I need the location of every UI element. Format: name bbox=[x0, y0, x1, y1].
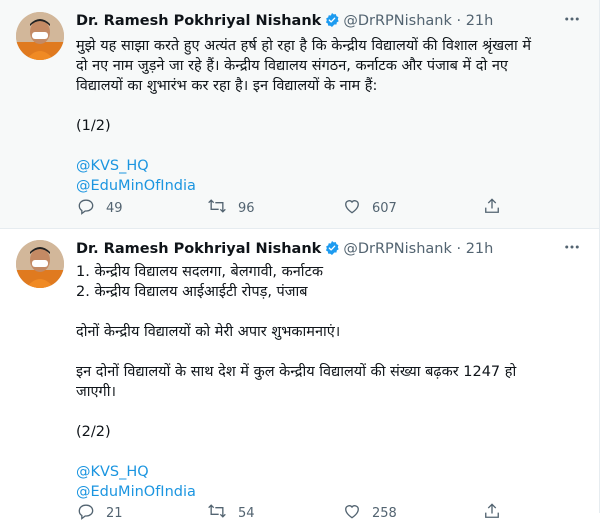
tweet[interactable]: Dr. Ramesh Pokhriyal Nishank @DrRPNishank… bbox=[0, 0, 599, 228]
author-name[interactable]: Dr. Ramesh Pokhriyal Nishank bbox=[76, 13, 321, 29]
tweet-text-line: 1. केन्द्रीय विद्यालय सदलगा, बेलगावी, कर… bbox=[76, 264, 324, 280]
reply-button[interactable]: 49 bbox=[76, 196, 123, 220]
avatar[interactable] bbox=[16, 12, 64, 60]
share-icon bbox=[482, 196, 512, 220]
tweet-text-line: दो नए नाम जुड़ने जा रहे हैं। केन्द्रीय व… bbox=[76, 58, 508, 74]
author-name[interactable]: Dr. Ramesh Pokhriyal Nishank bbox=[76, 241, 321, 257]
verified-badge-icon bbox=[324, 12, 340, 34]
reply-button[interactable]: 21 bbox=[76, 501, 123, 525]
thread-counter: (2/2) bbox=[76, 424, 111, 440]
reply-count: 49 bbox=[106, 200, 123, 216]
tweet-text: 1. केन्द्रीय विद्यालय सदलगा, बेलगावी, कर… bbox=[76, 262, 586, 502]
separator-dot: · bbox=[456, 241, 462, 257]
more-options-icon[interactable] bbox=[563, 238, 581, 260]
mention-link[interactable]: @KVS_HQ bbox=[76, 462, 586, 482]
tweet-actions: 49 96 607 bbox=[76, 196, 516, 218]
tweet-header: Dr. Ramesh Pokhriyal Nishank @DrRPNishank… bbox=[76, 239, 493, 262]
timestamp[interactable]: 21h bbox=[466, 13, 494, 29]
share-button[interactable] bbox=[482, 501, 512, 525]
verified-badge-icon bbox=[324, 240, 340, 262]
tweet-text-line: जाएगी। bbox=[76, 384, 116, 400]
avatar[interactable] bbox=[16, 240, 64, 288]
retweet-count: 54 bbox=[238, 505, 255, 521]
share-icon bbox=[482, 501, 512, 525]
tweet-header: Dr. Ramesh Pokhriyal Nishank @DrRPNishank… bbox=[76, 11, 493, 34]
tweet[interactable]: Dr. Ramesh Pokhriyal Nishank @DrRPNishank… bbox=[0, 229, 599, 521]
tweet-text-line: मुझे यह साझा करते हुए अत्यंत हर्ष हो रहा… bbox=[76, 38, 532, 54]
tweet-text-line: इन दोनों विद्यालयों के साथ देश में कुल क… bbox=[76, 364, 517, 380]
tweet-text: मुझे यह साझा करते हुए अत्यंत हर्ष हो रहा… bbox=[76, 36, 586, 196]
tweet-text-line: दोनों केन्द्रीय विद्यालयों को मेरी अपार … bbox=[76, 324, 341, 340]
retweet-icon bbox=[206, 196, 238, 220]
author-handle[interactable]: @DrRPNishank bbox=[343, 13, 452, 29]
like-count: 258 bbox=[372, 505, 397, 521]
author-handle[interactable]: @DrRPNishank bbox=[343, 241, 452, 257]
like-count: 607 bbox=[372, 200, 397, 216]
mention-link[interactable]: @EduMinOfIndia bbox=[76, 482, 586, 502]
separator-dot: · bbox=[456, 13, 462, 29]
timestamp[interactable]: 21h bbox=[466, 241, 494, 257]
reply-icon bbox=[76, 501, 106, 525]
tweet-actions: 21 54 258 bbox=[76, 501, 516, 523]
retweet-icon bbox=[206, 501, 238, 525]
tweet-text-line: विद्यालयों का शुभारंभ कर रहा है। इन विद्… bbox=[76, 78, 378, 94]
share-button[interactable] bbox=[482, 196, 512, 220]
thread-counter: (1/2) bbox=[76, 118, 111, 134]
tweet-text-line: 2. केन्द्रीय विद्यालय आईआईटी रोपड़, पंजा… bbox=[76, 284, 308, 300]
heart-icon bbox=[342, 501, 372, 525]
retweet-button[interactable]: 96 bbox=[206, 196, 255, 220]
reply-icon bbox=[76, 196, 106, 220]
mention-link[interactable]: @KVS_HQ bbox=[76, 156, 586, 176]
heart-icon bbox=[342, 196, 372, 220]
like-button[interactable]: 607 bbox=[342, 196, 397, 220]
retweet-button[interactable]: 54 bbox=[206, 501, 255, 525]
mention-link[interactable]: @EduMinOfIndia bbox=[76, 176, 586, 196]
retweet-count: 96 bbox=[238, 200, 255, 216]
reply-count: 21 bbox=[106, 505, 123, 521]
more-options-icon[interactable] bbox=[563, 10, 581, 32]
like-button[interactable]: 258 bbox=[342, 501, 397, 525]
